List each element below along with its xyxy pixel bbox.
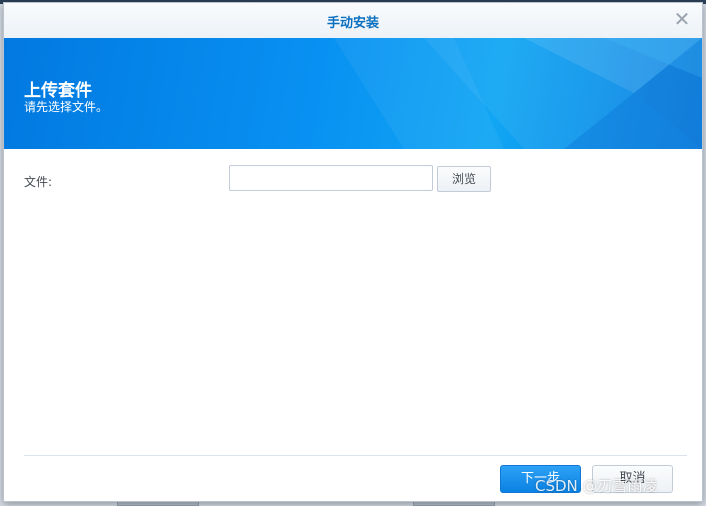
dialog-titlebar: 手动安装 ✕ [4,3,702,39]
footer-divider [24,455,687,456]
banner-subtitle: 请先选择文件。 [24,100,109,114]
close-icon[interactable]: ✕ [672,9,692,29]
banner-background-pattern [334,38,702,149]
manual-install-dialog: 手动安装 ✕ 上传套件 请先选择文件。 文件: 浏览 下一步 取消 [3,2,703,502]
upload-banner: 上传套件 请先选择文件。 [4,38,702,149]
file-path-input[interactable] [229,165,433,191]
dialog-title: 手动安装 [326,16,379,31]
watermark: CSDN @刃雪雨凌 [535,477,658,495]
browse-button[interactable]: 浏览 [437,166,491,192]
file-label: 文件: [24,175,53,189]
